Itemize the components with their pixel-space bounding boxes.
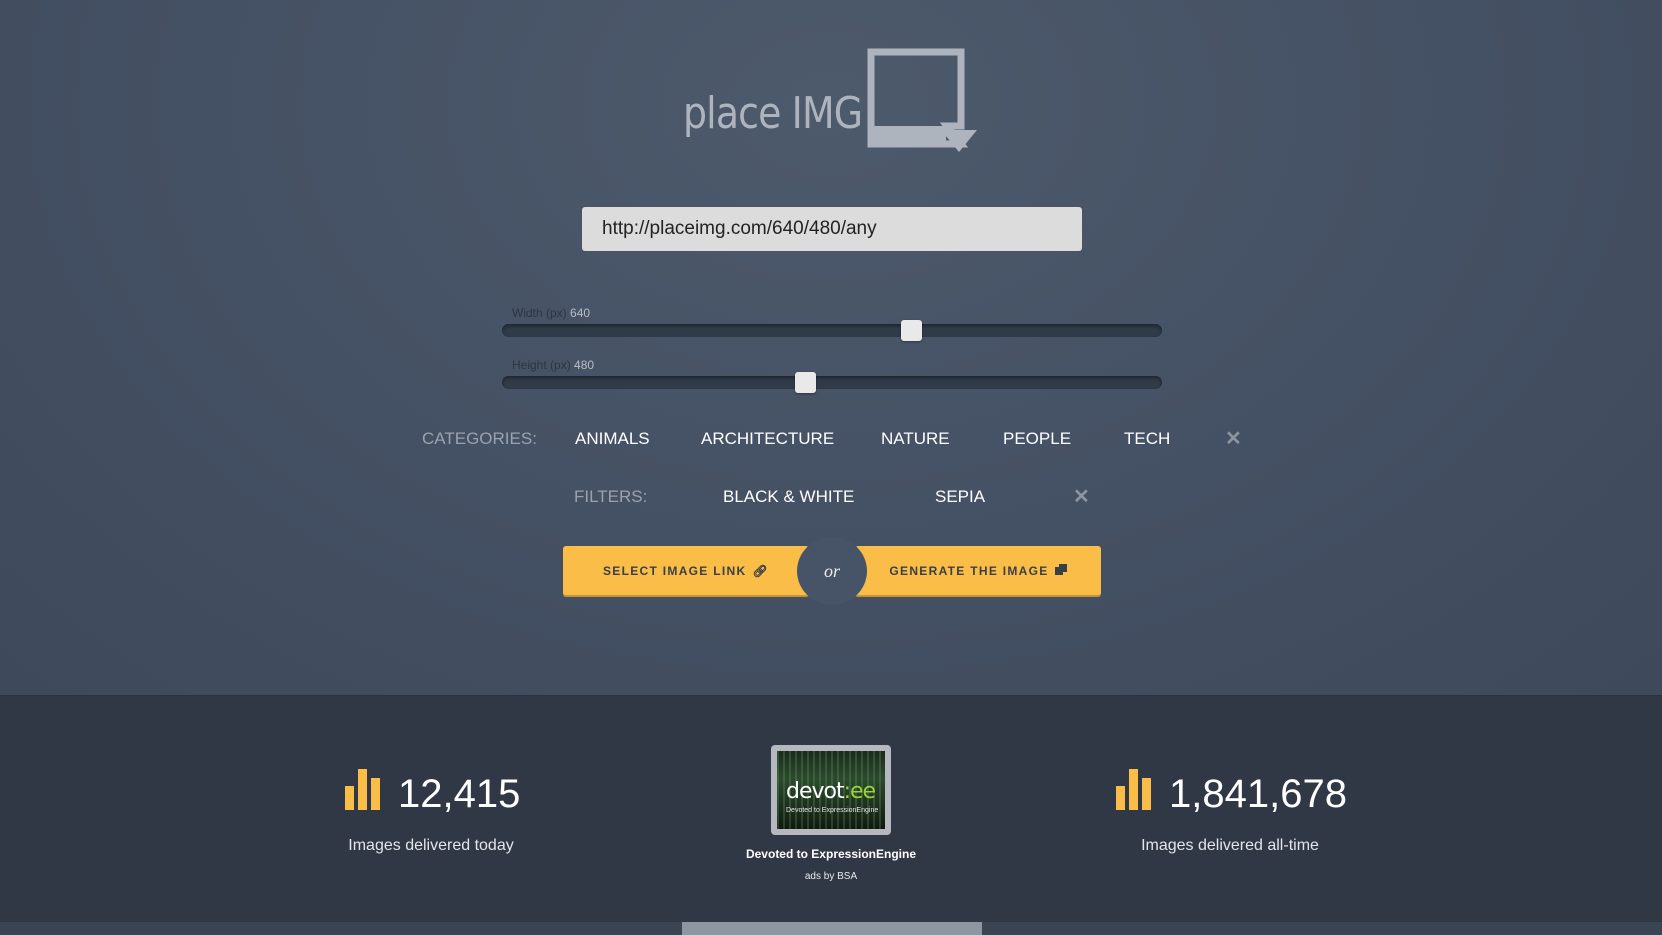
- sponsor-caption-link[interactable]: Devoted to ExpressionEngine: [731, 847, 931, 861]
- link-icon: 🔗︎: [752, 563, 769, 578]
- images-alltime-count: 1,841,678: [1169, 772, 1347, 816]
- category-people[interactable]: PEOPLE: [1003, 429, 1071, 449]
- generate-image-button[interactable]: GENERATE THE IMAGE: [855, 546, 1101, 595]
- images-alltime-caption: Images delivered all-time: [1141, 837, 1319, 854]
- height-label-text: Height (px): [512, 358, 571, 372]
- placeimg-logo-icon: [867, 48, 977, 152]
- images-today-count: 12,415: [398, 772, 521, 816]
- image-url-field[interactable]: [582, 207, 1082, 251]
- height-slider-track[interactable]: [502, 376, 1162, 389]
- select-image-link-label: SELECT IMAGE LINK: [603, 563, 747, 578]
- sponsor-logo-text-a: devot: [786, 779, 845, 804]
- category-architecture[interactable]: ARCHITECTURE: [701, 429, 834, 449]
- copy-icon: [1054, 563, 1067, 578]
- hero-section: place IMG Width (px) 640 Height (px) 480…: [0, 0, 1662, 695]
- or-divider: or: [797, 537, 867, 605]
- category-nature[interactable]: NATURE: [881, 429, 950, 449]
- images-today-caption: Images delivered today: [348, 837, 514, 854]
- sponsor-logo: devot:ee: [786, 779, 877, 804]
- width-slider-handle[interactable]: [900, 320, 922, 341]
- bar-chart-icon: [1116, 769, 1151, 810]
- sponsor-logo-text-b: :ee: [843, 779, 877, 804]
- category-tech[interactable]: TECH: [1124, 429, 1170, 449]
- generate-image-label: GENERATE THE IMAGE: [889, 563, 1049, 578]
- height-value: 480: [574, 358, 595, 372]
- select-image-link-button[interactable]: SELECT IMAGE LINK 🔗︎: [563, 546, 809, 595]
- category-animals[interactable]: ANIMALS: [575, 429, 650, 449]
- categories-label: CATEGORIES:: [422, 429, 537, 448]
- filters-label: FILTERS:: [574, 487, 648, 506]
- logo-text: place IMG: [683, 88, 863, 139]
- sponsor-logo-subtitle: Devoted to ExpressionEngine: [786, 807, 879, 814]
- clear-categories-close-icon[interactable]: ✕: [1225, 426, 1242, 451]
- height-slider-handle[interactable]: [795, 372, 817, 393]
- clear-filters-close-icon[interactable]: ✕: [1073, 484, 1090, 509]
- bar-chart-icon: [345, 769, 380, 810]
- width-slider-track[interactable]: [502, 324, 1162, 337]
- ads-by-bsa-link[interactable]: ads by BSA: [731, 871, 931, 882]
- width-label-text: Width (px): [512, 306, 567, 320]
- site-logo[interactable]: place IMG: [683, 48, 983, 158]
- filter-black-white[interactable]: BLACK & WHITE: [723, 487, 854, 507]
- sponsor-ad-image[interactable]: devot:ee Devoted to ExpressionEngine: [771, 745, 891, 835]
- height-slider-label: Height (px) 480: [512, 358, 594, 372]
- filter-sepia[interactable]: SEPIA: [935, 487, 985, 507]
- bottom-tab[interactable]: [682, 922, 982, 935]
- width-value: 640: [570, 306, 591, 320]
- width-slider-label: Width (px) 640: [512, 306, 590, 320]
